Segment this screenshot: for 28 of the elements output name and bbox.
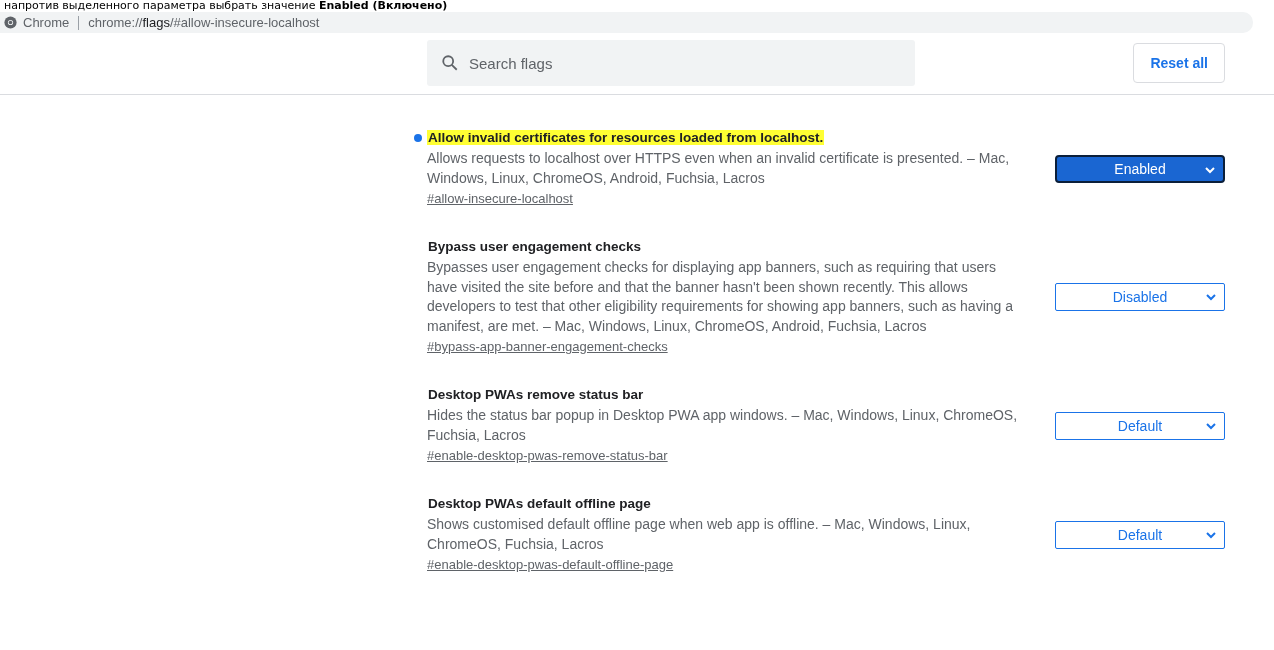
flag-link[interactable]: #enable-desktop-pwas-remove-status-bar [427,448,668,463]
flag-title: Allow invalid certificates for resources loaded from localhost. [427,130,825,145]
chevron-down-icon [1205,166,1215,174]
chevron-down-icon [1206,294,1216,301]
reset-all-button[interactable]: Reset all [1133,43,1225,83]
address-bar[interactable]: Chrome chrome://flags/#allow-insecure-localhost [0,12,1253,33]
chevron-down-icon [1206,531,1216,539]
flag-state-dropdown[interactable]: Default [1055,520,1225,549]
flag-link[interactable]: #allow-insecure-localhost [427,191,573,206]
flag-state-dropdown[interactable]: Default [1055,411,1225,440]
instruction-text: напротив выделенного параметра выбрать значение Enabled (Включено) [3,0,449,12]
flag-title: Desktop PWAs remove status bar [427,387,645,402]
flag-description: Shows customised default offline page when web app is offline. – Mac, Windows, Linux, ChromeOS, Fuchsia, Lacros [427,515,972,554]
flag-description: Bypasses user engagement checks for displaying app banners, such as requiring that users have visited the site before and that the banner hasn't been shown recently. This allows developers to test that other eligibility requirements for showing app banners, such as having a manifest, are met. – Mac, Windows, Linux, ChromeOS, Android, Fuchsia, Lacros [427,258,1014,336]
flag-state-dropdown[interactable]: Enabled [1055,154,1225,183]
flag-title: Desktop PWAs default offline page [427,496,652,511]
chevron-down-icon [1206,422,1216,430]
search-icon [441,54,459,72]
flag-description: Allows requests to localhost over HTTPS even when an invalid certificate is presented. – Mac, Windows, Linux, ChromeOS, Android, Fuchsia, Lacros [427,149,1011,188]
flag-link[interactable]: #bypass-app-banner-engagement-checks [427,339,668,354]
site-label: Chrome [23,15,70,30]
flag-title: Bypass user engagement checks [427,239,643,254]
flag-state-dropdown[interactable]: Disabled [1055,283,1225,311]
search-field[interactable]: Search flags [427,40,915,86]
flag-link[interactable]: #enable-desktop-pwas-default-offline-page [427,557,674,572]
browser-logo-icon [4,16,17,29]
flag-description: Hides the status bar popup in Desktop PWA app windows. – Mac, Windows, Linux, ChromeOS, Fuchsia, Lacros [427,406,1019,445]
url-text: chrome://flags/#allow-insecure-localhost [88,15,320,30]
